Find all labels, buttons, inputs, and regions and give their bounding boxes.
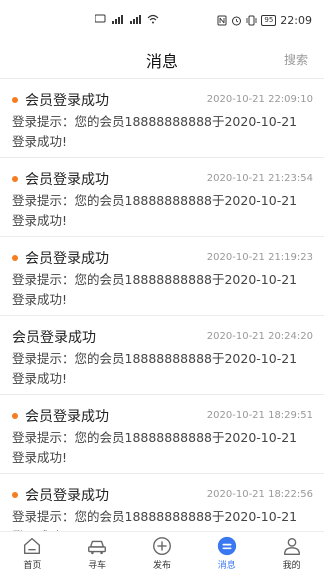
message-time: 2020-10-21 21:19:23 xyxy=(206,252,313,263)
unread-dot-icon xyxy=(12,413,18,419)
list-item[interactable]: 会员登录成功 2020-10-21 18:29:51 登录提示：您的会员1888… xyxy=(0,394,324,473)
message-body: 登录提示：您的会员18888888888于2020-10-21登录成功! xyxy=(12,351,298,386)
message-body: 登录提示：您的会员18888888888于2020-10-21登录成功! xyxy=(12,114,298,149)
message-body: 登录提示：您的会员18888888888于2020-10-21登录成功! xyxy=(12,509,298,534)
status-time: 22:09 xyxy=(280,14,312,27)
message-icon xyxy=(217,536,236,556)
tab-find-car[interactable]: 寻车 xyxy=(65,532,129,571)
signal-icon xyxy=(112,15,123,24)
tab-messages[interactable]: 消息 xyxy=(195,532,259,571)
signal-indicators xyxy=(95,14,159,24)
status-bar: 95 22:09 xyxy=(0,0,324,40)
tab-label: 发布 xyxy=(152,561,171,571)
message-list: 会员登录成功 2020-10-21 22:09:10 登录提示：您的会员1888… xyxy=(0,78,324,534)
tab-label: 寻车 xyxy=(88,561,107,571)
car-icon xyxy=(88,540,107,555)
message-body: 登录提示：您的会员18888888888于2020-10-21登录成功! xyxy=(12,430,298,465)
message-body: 登录提示：您的会员18888888888于2020-10-21登录成功! xyxy=(12,193,298,228)
list-item[interactable]: 会员登录成功 2020-10-21 21:23:54 登录提示：您的会员1888… xyxy=(0,157,324,236)
tab-profile[interactable]: 我的 xyxy=(260,532,324,571)
list-item[interactable]: 会员登录成功 2020-10-21 18:22:56 登录提示：您的会员1888… xyxy=(0,473,324,534)
unread-dot-icon xyxy=(12,176,18,182)
list-item[interactable]: 会员登录成功 2020-10-21 20:24:20 登录提示：您的会员1888… xyxy=(0,315,324,394)
message-time: 2020-10-21 20:24:20 xyxy=(206,331,313,342)
message-time: 2020-10-21 22:09:10 xyxy=(206,94,313,105)
tab-label: 首页 xyxy=(23,561,42,571)
search-button[interactable]: 搜索 xyxy=(284,51,308,68)
page-title: 消息 xyxy=(145,52,178,71)
status-indicators: 95 22:09 xyxy=(217,14,312,27)
message-body: 登录提示：您的会员18888888888于2020-10-21登录成功! xyxy=(12,272,298,307)
message-time: 2020-10-21 18:22:56 xyxy=(206,489,313,500)
unread-dot-icon xyxy=(12,492,18,498)
message-title: 会员登录成功 xyxy=(12,406,109,426)
tab-label: 消息 xyxy=(217,561,236,571)
add-circle-icon xyxy=(153,537,171,555)
signal-icon xyxy=(130,15,141,24)
wifi-icon xyxy=(147,14,159,24)
list-item[interactable]: 会员登录成功 2020-10-21 21:19:23 登录提示：您的会员1888… xyxy=(0,236,324,315)
message-time: 2020-10-21 18:29:51 xyxy=(206,410,313,421)
message-title: 会员登录成功 xyxy=(12,90,109,110)
tab-home[interactable]: 首页 xyxy=(0,532,64,571)
home-icon xyxy=(24,537,41,555)
unread-dot-icon xyxy=(12,255,18,261)
sim-icon xyxy=(95,14,106,23)
battery-icon: 95 xyxy=(261,15,277,26)
message-time: 2020-10-21 21:23:54 xyxy=(206,173,313,184)
message-title: 会员登录成功 xyxy=(12,248,109,268)
tab-bar: 首页 寻车 发布 消息 我的 xyxy=(0,531,324,576)
alarm-icon xyxy=(232,16,242,26)
tab-label: 我的 xyxy=(282,561,301,571)
unread-dot-icon xyxy=(12,97,18,103)
list-item[interactable]: 会员登录成功 2020-10-21 22:09:10 登录提示：您的会员1888… xyxy=(0,78,324,157)
vibrate-icon xyxy=(246,15,257,26)
person-icon xyxy=(283,537,300,555)
message-title: 会员登录成功 xyxy=(12,485,109,505)
message-title: 会员登录成功 xyxy=(12,169,109,189)
header: 消息 搜索 xyxy=(0,40,324,76)
message-title: 会员登录成功 xyxy=(12,330,96,346)
nfc-icon xyxy=(217,15,227,26)
tab-publish[interactable]: 发布 xyxy=(130,532,194,571)
